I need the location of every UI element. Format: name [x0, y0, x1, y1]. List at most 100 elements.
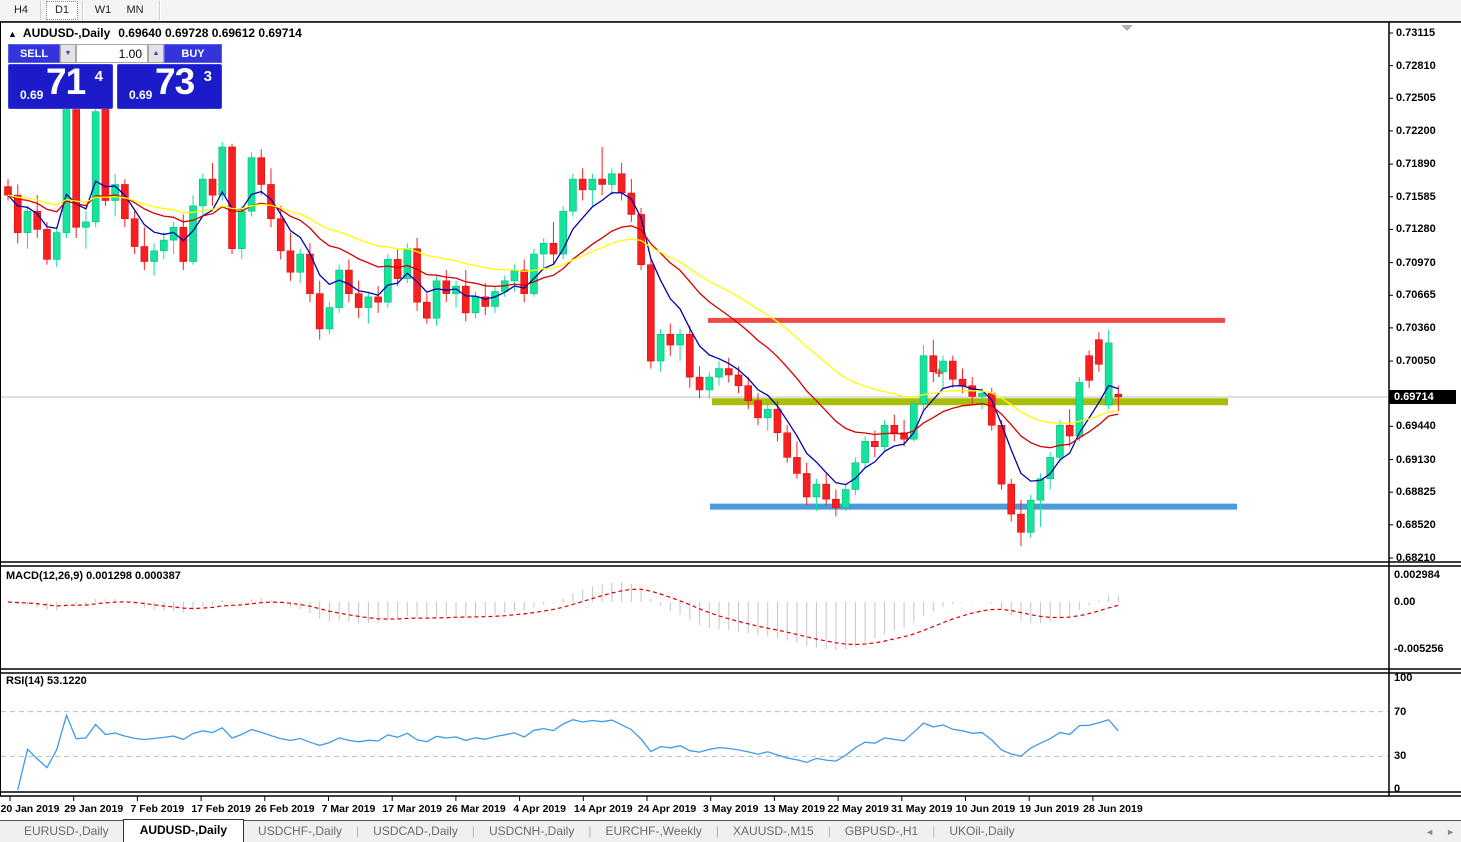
candle[interactable] — [442, 280, 451, 294]
candle[interactable] — [228, 146, 236, 249]
tab-gbpusd-h1[interactable]: GBPUSD-,H1 — [831, 821, 932, 842]
candle[interactable] — [276, 218, 285, 252]
candle[interactable] — [647, 264, 655, 362]
trend-line-resistance[interactable] — [708, 317, 1225, 323]
candle[interactable] — [939, 360, 947, 373]
candle[interactable] — [413, 248, 421, 303]
tab-audusd-daily[interactable]: AUDUSD-,Daily — [122, 819, 245, 842]
tab-usdchf-daily[interactable]: USDCHF-,Daily — [244, 821, 356, 842]
candle[interactable] — [179, 226, 188, 262]
candle[interactable] — [666, 333, 675, 346]
tab-scroll-left-icon[interactable]: ◄ — [1425, 827, 1434, 837]
candle[interactable] — [199, 178, 207, 207]
candle[interactable] — [345, 269, 353, 294]
candle[interactable] — [608, 173, 616, 185]
candle[interactable] — [491, 291, 499, 307]
candle[interactable] — [13, 194, 22, 233]
candle[interactable] — [978, 392, 986, 397]
candle[interactable] — [393, 259, 402, 279]
candle[interactable] — [423, 301, 431, 319]
candle[interactable] — [150, 250, 158, 262]
candle[interactable] — [705, 376, 714, 391]
candle[interactable] — [160, 239, 168, 252]
trend-line-pivot[interactable] — [712, 398, 1228, 406]
candle[interactable] — [218, 146, 227, 196]
candle[interactable] — [52, 232, 61, 260]
candle[interactable] — [549, 243, 558, 255]
candle[interactable] — [140, 246, 149, 262]
candle[interactable] — [72, 109, 80, 228]
candle[interactable] — [4, 186, 12, 196]
tab-usdcnh-daily[interactable]: USDCNH-,Daily — [475, 821, 588, 842]
candle[interactable] — [715, 368, 723, 378]
candle[interactable] — [832, 498, 840, 508]
tab-usdcad-daily[interactable]: USDCAD-,Daily — [359, 821, 472, 842]
candle[interactable] — [1065, 424, 1074, 437]
candle[interactable] — [588, 178, 597, 191]
candle[interactable] — [296, 253, 305, 273]
chart-shift-marker-icon[interactable] — [1121, 25, 1133, 31]
candle[interactable] — [919, 355, 928, 405]
candle[interactable] — [812, 483, 821, 498]
candle[interactable] — [793, 457, 801, 474]
candle[interactable] — [773, 408, 782, 434]
candle[interactable] — [871, 441, 879, 447]
candle[interactable] — [374, 296, 382, 303]
candle[interactable] — [929, 355, 938, 373]
candle[interactable] — [763, 408, 772, 419]
candle[interactable] — [432, 280, 441, 319]
candle[interactable] — [841, 489, 850, 508]
chart-canvas[interactable] — [0, 0, 1461, 842]
candle[interactable] — [471, 296, 480, 314]
buy-price-box[interactable]: 0.69 73 3 — [117, 61, 222, 109]
candle[interactable] — [510, 269, 519, 282]
candle[interactable] — [539, 243, 548, 255]
tab-xauusd-m15[interactable]: XAUUSD-,M15 — [719, 821, 828, 842]
candle[interactable] — [237, 210, 246, 249]
candle[interactable] — [578, 178, 587, 191]
candle[interactable] — [23, 210, 32, 233]
trend-line-support[interactable] — [710, 503, 1237, 510]
candle[interactable] — [676, 333, 684, 346]
candle[interactable] — [1036, 478, 1045, 501]
candle[interactable] — [520, 269, 529, 294]
candle[interactable] — [530, 253, 538, 294]
candle[interactable] — [247, 157, 256, 212]
candle[interactable] — [1104, 342, 1113, 406]
candle[interactable] — [267, 184, 275, 220]
candle[interactable] — [754, 400, 762, 419]
candle[interactable] — [1026, 499, 1035, 533]
candle[interactable] — [822, 483, 830, 500]
candle[interactable] — [724, 368, 733, 376]
tab-ukoil-daily[interactable]: UKOil-,Daily — [935, 821, 1028, 842]
candle[interactable] — [958, 378, 967, 386]
candle[interactable] — [208, 178, 217, 196]
candle[interactable] — [91, 111, 100, 223]
candle[interactable] — [461, 285, 470, 314]
candle[interactable] — [1056, 424, 1064, 458]
candle[interactable] — [130, 218, 139, 247]
candle[interactable] — [257, 157, 266, 185]
candle[interactable] — [1007, 483, 1016, 515]
candle[interactable] — [910, 403, 918, 440]
candle[interactable] — [315, 293, 324, 330]
candle[interactable] — [695, 376, 704, 391]
tab-eurusd-daily[interactable]: EURUSD-,Daily — [10, 821, 123, 842]
candle[interactable] — [82, 221, 90, 228]
candle[interactable] — [734, 374, 743, 386]
candle[interactable] — [559, 210, 567, 255]
candle[interactable] — [354, 293, 363, 308]
candle[interactable] — [335, 269, 343, 308]
candle[interactable] — [1095, 339, 1103, 365]
candle[interactable] — [890, 424, 899, 434]
candle[interactable] — [948, 360, 957, 380]
tab-eurchf-weekly[interactable]: EURCHF-,Weekly — [591, 821, 715, 842]
candle[interactable] — [685, 333, 694, 378]
candle[interactable] — [1114, 393, 1123, 398]
candle[interactable] — [325, 307, 334, 330]
tab-scroll-right-icon[interactable]: ► — [1446, 827, 1455, 837]
candle[interactable] — [364, 296, 373, 308]
candle[interactable] — [617, 173, 626, 194]
candle[interactable] — [880, 424, 889, 447]
candle[interactable] — [1017, 513, 1025, 533]
